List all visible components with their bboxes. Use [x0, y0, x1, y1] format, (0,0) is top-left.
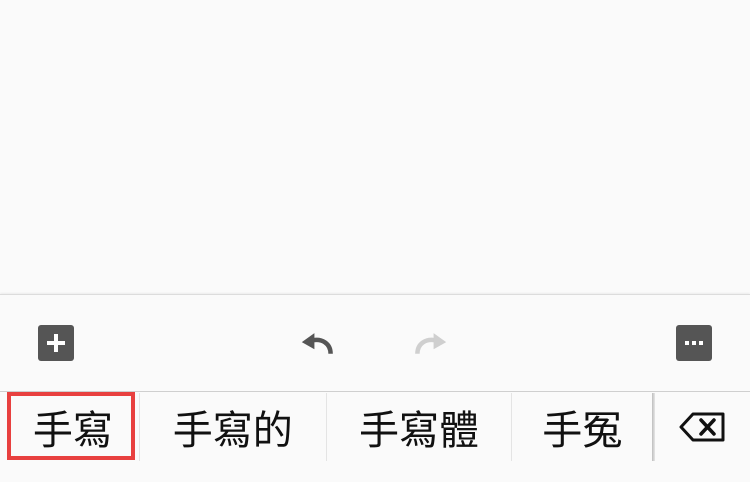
candidate-bar: 手寫 手寫的 手寫體 手冤	[0, 391, 750, 482]
candidate-text: 手寫體	[358, 408, 479, 454]
content-area	[0, 0, 750, 294]
candidate-item-1[interactable]: 手寫	[7, 392, 139, 461]
toolbar	[0, 295, 750, 391]
more-options-button[interactable]	[676, 325, 712, 361]
redo-arrow-icon	[415, 333, 447, 355]
ellipsis-square-icon	[676, 325, 712, 361]
backspace-icon	[679, 412, 725, 442]
handwriting-panel: 手寫 手寫的 手寫體 手冤	[0, 294, 750, 482]
candidate-item-2[interactable]: 手寫的	[140, 393, 326, 461]
candidate-item-3[interactable]: 手寫體	[327, 393, 512, 461]
candidate-text: 手冤	[542, 408, 623, 454]
redo-button[interactable]	[412, 325, 448, 361]
candidate-text: 手寫	[32, 408, 113, 454]
undo-arrow-icon	[301, 333, 333, 355]
add-button[interactable]	[38, 325, 74, 361]
candidate-text: 手寫的	[172, 408, 293, 454]
backspace-button[interactable]	[655, 393, 750, 461]
undo-button[interactable]	[300, 325, 336, 361]
candidate-item-4[interactable]: 手冤	[512, 393, 652, 461]
plus-square-icon	[38, 325, 74, 361]
